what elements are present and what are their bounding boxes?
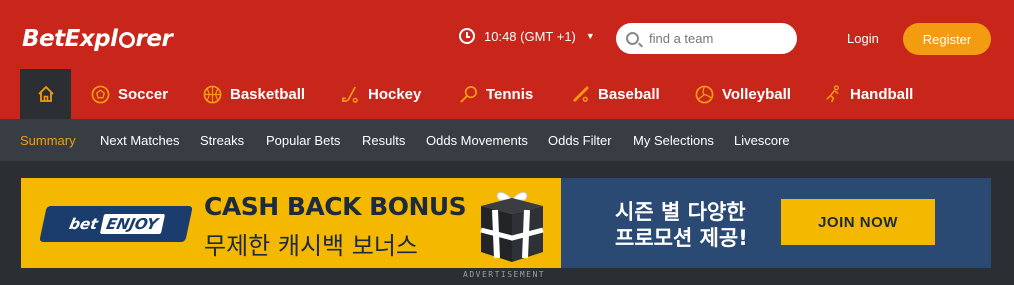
soccer-ball-icon (91, 85, 110, 104)
subnav-streaks[interactable]: Streaks (200, 133, 244, 148)
sport-soccer[interactable]: Soccer (91, 69, 168, 119)
hockey-stick-icon (341, 85, 360, 104)
sport-label: Handball (850, 85, 914, 103)
subnav-next-matches[interactable]: Next Matches (100, 133, 179, 148)
brand-enjoy: ENJOY (99, 214, 165, 234)
betenjoy-logo: bet ENJOY (39, 206, 193, 242)
tennis-racket-icon (459, 85, 478, 104)
timezone-selector[interactable]: 10:48 (GMT +1) ▼ (459, 28, 595, 44)
sport-label: Basketball (230, 85, 306, 103)
logo-ring-icon (118, 32, 135, 48)
sport-tennis[interactable]: Tennis (459, 69, 533, 119)
gift-box-icon (480, 192, 544, 262)
handball-player-icon (823, 84, 842, 104)
search-icon (626, 32, 639, 45)
search-input[interactable] (649, 31, 779, 46)
subnav-odds-filter[interactable]: Odds Filter (548, 133, 612, 148)
advertisement-label: ADVERTISEMENT (463, 270, 546, 279)
main-content: bet ENJOY CASH BACK BONUS 무제한 캐시백 보너스 시즌 … (0, 161, 1014, 285)
subnav-odds-movements[interactable]: Odds Movements (426, 133, 528, 148)
logo-text-end: rer (135, 26, 173, 52)
home-icon (37, 85, 54, 102)
clock-icon (459, 28, 475, 44)
sport-baseball[interactable]: Baseball (571, 69, 660, 119)
promo-line-2: 프로모션 제공! (615, 226, 748, 250)
sport-hockey[interactable]: Hockey (341, 69, 421, 119)
brand-bet: bet (67, 215, 100, 233)
banner-subtitle: 무제한 캐시백 보너스 (204, 232, 418, 260)
subnav-my-selections[interactable]: My Selections (633, 133, 714, 148)
top-header: BetExpl rer 10:48 (GMT +1) ▼ Login Regist… (0, 0, 1014, 69)
subnav-results[interactable]: Results (362, 133, 405, 148)
time-display: 10:48 (GMT +1) (484, 28, 576, 44)
login-link[interactable]: Login (847, 31, 879, 46)
sport-basketball[interactable]: Basketball (203, 69, 305, 119)
sports-nav: Soccer Basketball Hockey Tennis Baseball… (0, 69, 1014, 119)
join-now-button[interactable]: JOIN NOW (781, 199, 935, 245)
subnav-popular-bets[interactable]: Popular Bets (266, 133, 340, 148)
baseball-bat-icon (571, 85, 590, 104)
banner-title: CASH BACK BONUS (204, 192, 467, 221)
home-button[interactable] (20, 69, 71, 119)
subnav-livescore[interactable]: Livescore (734, 133, 790, 148)
register-button[interactable]: Register (903, 23, 991, 55)
logo-text-start: BetExpl (22, 26, 118, 52)
volleyball-icon (695, 85, 714, 104)
caret-down-icon: ▼ (585, 31, 595, 41)
sport-label: Volleyball (722, 85, 791, 103)
sport-label: Tennis (486, 85, 534, 103)
betexplorer-logo[interactable]: BetExpl rer (22, 22, 173, 56)
advertisement-banner[interactable]: bet ENJOY CASH BACK BONUS 무제한 캐시백 보너스 시즌 … (21, 178, 991, 268)
sub-navigation: Summary Next Matches Streaks Popular Bet… (0, 119, 1014, 161)
subnav-summary[interactable]: Summary (20, 133, 76, 148)
sport-handball[interactable]: Handball (823, 69, 913, 119)
sport-label: Soccer (118, 85, 169, 103)
basketball-icon (203, 85, 222, 104)
sport-label: Hockey (368, 85, 422, 103)
team-search[interactable] (616, 23, 797, 54)
sport-label: Baseball (598, 85, 660, 103)
sport-volleyball[interactable]: Volleyball (695, 69, 791, 119)
